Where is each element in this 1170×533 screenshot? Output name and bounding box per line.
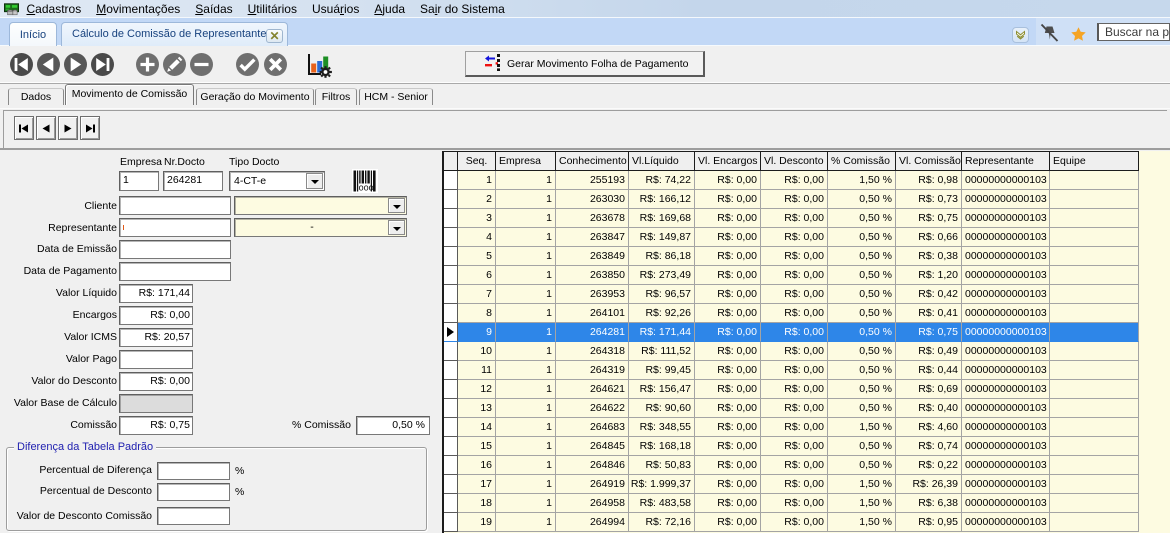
svg-text:ooo: ooo [359,183,374,193]
